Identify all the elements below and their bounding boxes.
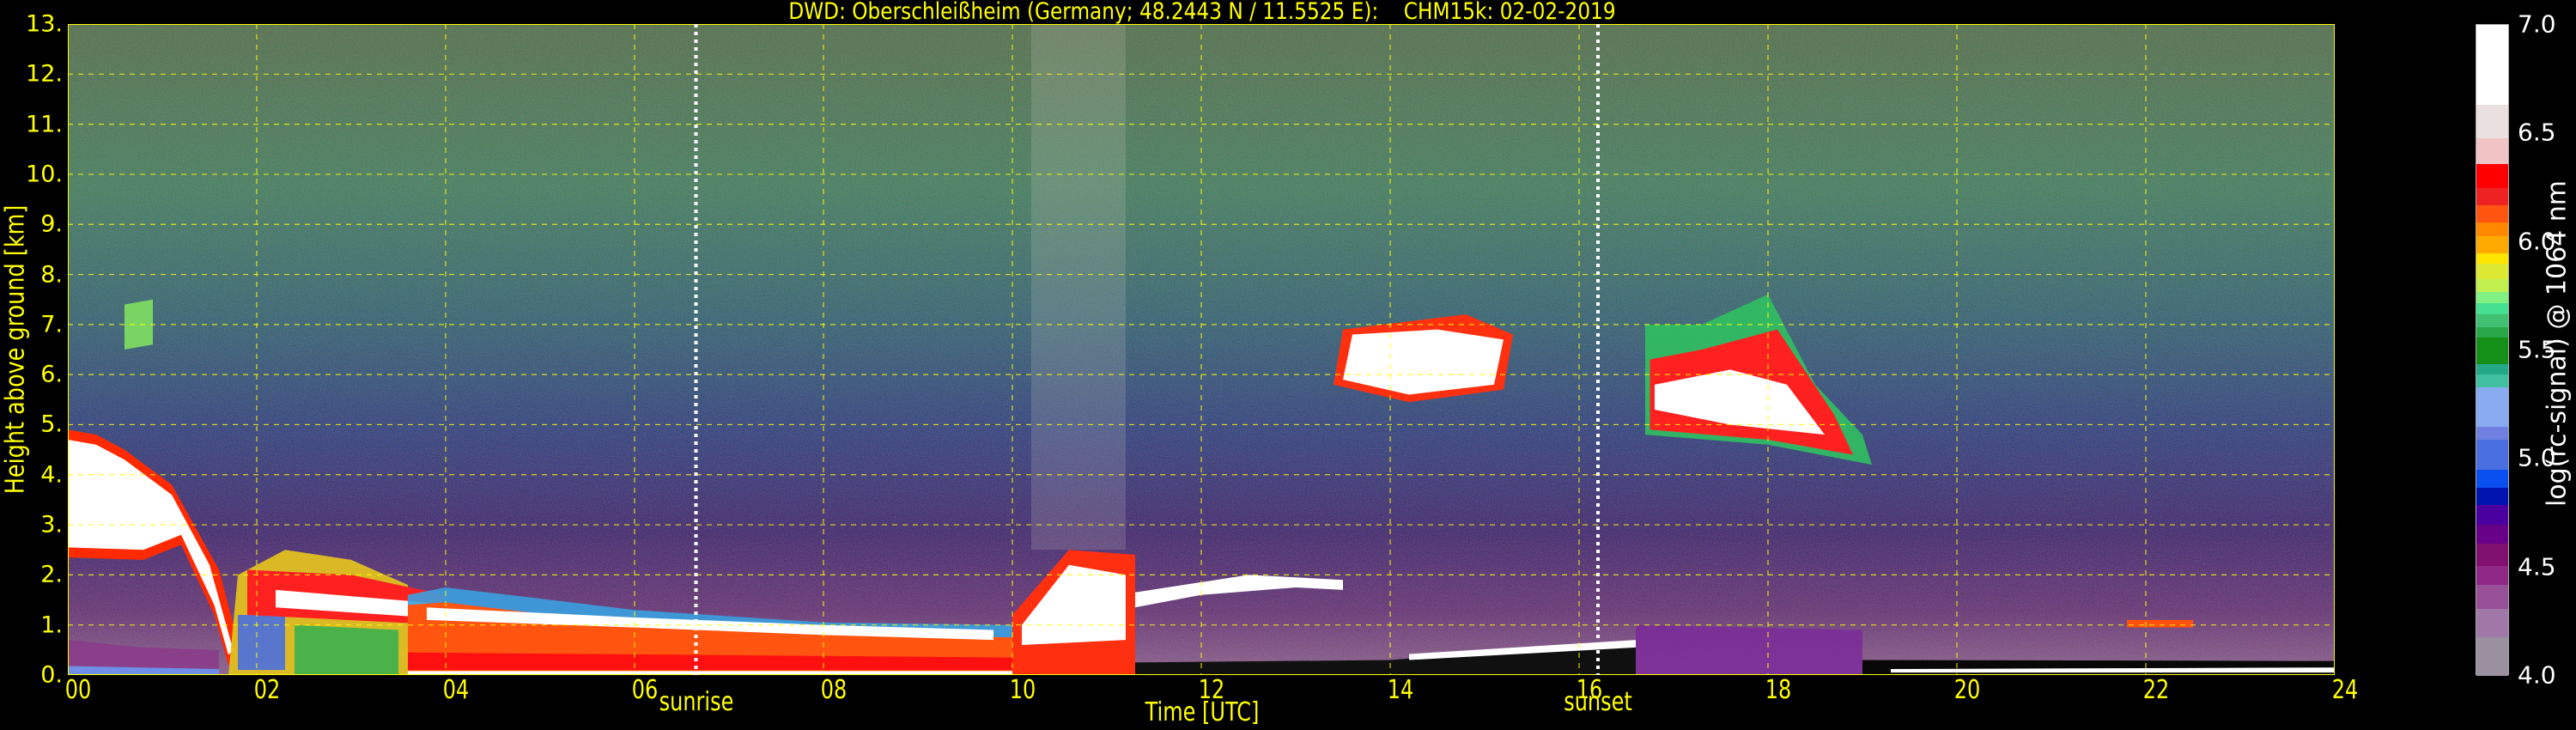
colorbar-level	[2476, 363, 2508, 375]
colorbar-level	[2476, 137, 2508, 165]
x-tick-label: 14	[1387, 675, 1414, 705]
colorbar-level	[2476, 302, 2508, 314]
x-axis-label: Time [UTC]	[1145, 697, 1260, 727]
evening-surface-purple	[1636, 624, 1862, 675]
daytime-column	[1031, 24, 1126, 551]
colorbar-level	[2476, 326, 2508, 338]
y-tick-label: 6.	[40, 361, 63, 388]
colorbar-level	[2476, 291, 2508, 303]
y-tick-label: 13.	[26, 10, 63, 38]
colorbar	[2476, 24, 2509, 677]
colorbar-level	[2476, 439, 2508, 471]
colorbar-level	[2476, 252, 2508, 265]
colorbar-level	[2476, 469, 2508, 488]
colorbar-level	[2476, 543, 2508, 566]
colorbar-level	[2476, 263, 2508, 280]
colorbar-level	[2476, 235, 2508, 253]
colorbar-label: log(rc-signal) @ 1064 nm	[2542, 179, 2573, 508]
colorbar-level	[2476, 374, 2508, 388]
chart-title: DWD: Oberschleißheim (Germany; 48.2443 N…	[788, 0, 1616, 25]
colorbar-level	[2476, 608, 2508, 638]
colorbar-level	[2476, 337, 2508, 364]
y-tick-label: 10.	[26, 161, 63, 188]
night-plume	[2127, 619, 2193, 628]
y-tick-label: 8.	[40, 261, 63, 289]
x-tick-label: 20	[1953, 675, 1981, 705]
morning-blue-patch	[238, 615, 285, 671]
y-tick-label: 1.	[40, 611, 63, 639]
colorbar-level	[2476, 565, 2508, 586]
colorbar-level	[2476, 584, 2508, 610]
plot-area	[67, 23, 2336, 676]
colorbar-level	[2476, 163, 2508, 188]
mid-cloud	[1343, 329, 1504, 395]
y-tick-label: 5.	[40, 411, 63, 438]
sunset-label: sunset	[1564, 687, 1632, 717]
colorbar-level	[2476, 426, 2508, 441]
elevated-plume	[125, 299, 153, 350]
colorbar-level	[2476, 222, 2508, 236]
y-tick-label: 3.	[40, 511, 63, 538]
x-tick-label: 08	[820, 675, 848, 705]
colorbar-level	[2476, 104, 2508, 138]
x-tick-label: 04	[442, 675, 470, 705]
colorbar-level	[2476, 386, 2508, 427]
morning-mixed-green	[295, 624, 398, 675]
colorbar-level	[2476, 313, 2508, 327]
colorbar-tick-label: 6.5	[2518, 118, 2556, 147]
x-tick-label: 10	[1009, 675, 1036, 705]
y-tick-label: 7.	[40, 311, 63, 338]
y-tick-label: 12.	[26, 60, 63, 88]
colorbar-level	[2476, 504, 2508, 525]
x-tick-label: 22	[2142, 675, 2170, 705]
y-axis-label: Height above ground [km]	[0, 204, 31, 495]
x-tick-label: 06	[631, 675, 659, 705]
night-surface-black	[1862, 660, 2335, 675]
y-tick-label: 9.	[40, 210, 63, 238]
y-tick-label: 4.	[40, 461, 63, 489]
colorbar-tick-label: 7.0	[2518, 9, 2556, 39]
colorbar-level	[2476, 25, 2508, 105]
y-tick-label: 11.	[26, 111, 63, 138]
colorbar-level	[2476, 278, 2508, 293]
y-tick-label: 2.	[40, 561, 63, 588]
y-tick-label: 0.	[40, 661, 63, 689]
x-tick-label: 00	[64, 675, 92, 705]
x-tick-label: 18	[1765, 675, 1792, 705]
x-tick-label: 24	[2331, 675, 2359, 705]
colorbar-tick-label: 4.0	[2518, 660, 2556, 690]
colorbar-level	[2476, 204, 2508, 223]
colorbar-level	[2476, 524, 2508, 544]
colorbar-tick-label: 4.5	[2518, 552, 2556, 581]
heatmap-canvas	[67, 23, 2336, 676]
colorbar-level	[2476, 487, 2508, 505]
colorbar-level	[2476, 636, 2508, 677]
x-tick-label: 02	[253, 675, 281, 705]
sunrise-label: sunrise	[659, 687, 733, 717]
colorbar-level	[2476, 187, 2508, 206]
